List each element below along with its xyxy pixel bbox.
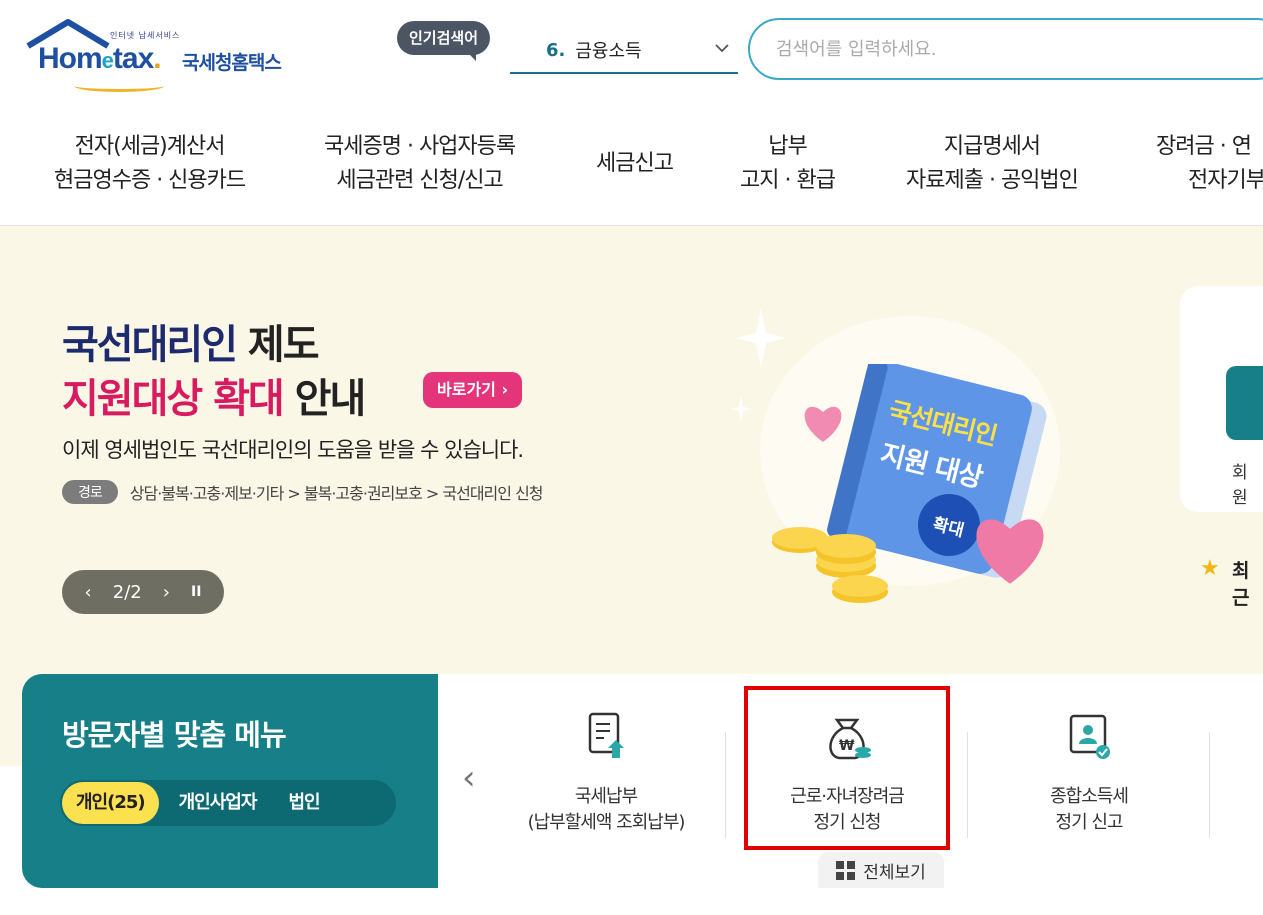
pager-count: 2/2 [112,581,142,603]
banner-illustration: 국선대리인 지원 대상 확대 [730,286,1090,606]
quick-menu-prev-button[interactable]: ‹ [462,758,476,798]
star-icon: ★ [1200,556,1220,581]
sparkle-icon [736,308,786,368]
banner-subtitle: 이제 영세법인도 국선대리인의 도움을 받을 수 있습니다. [62,438,524,462]
nav-item-line2: 전자기부 [1188,168,1263,193]
nav-item-line1: 지급명세서 [943,134,1041,159]
pager-next-button[interactable]: › [163,582,170,603]
popular-search-badge: 인기검색어 [397,21,491,61]
popular-rank: 6. [546,39,566,61]
quick-menu-divider [967,732,968,838]
logo-tagline: 인터넷 납세서비스 [110,31,181,40]
visitor-type-tabs: 개인(25) 개인사업자 법인 [60,780,396,826]
nav-item-line2: 자료제출 · 공익법인 [906,168,1079,193]
highlight-box [744,686,950,850]
login-button[interactable] [1226,366,1263,440]
tab-corporation[interactable]: 법인 [274,782,333,824]
quick-menu-divider [1209,732,1210,838]
chevron-down-icon [714,40,730,60]
search-box [748,18,1263,80]
path-tag: 경로 [62,480,118,504]
quick-menu-item-line1: 종합소득세 [1050,786,1129,807]
quick-menu-item-line1: 국세납부 [574,786,638,807]
visitor-menu-panel: 방문자별 맞춤 메뉴 개인(25) 개인사업자 법인 [22,674,438,888]
path-text: 상담·불복·고충·제보·기타 > 불복·고충·권리보호 > 국선대리인 신청 [129,484,544,503]
main-nav: 전자(세금)계산서 현금영수증 · 신용카드 국세증명 · 사업자등록 세금관련… [0,100,1263,226]
logo-smile-arc [74,80,164,92]
nav-item-certificates[interactable]: 국세증명 · 사업자등록 세금관련 신청/신고 [324,130,516,198]
hometax-logo[interactable]: 인터넷 납세서비스 Hometax. 국세청홈택스 [24,16,324,92]
login-card-label: 회원 [1232,463,1248,508]
banner-title-line1: 국선대리인 제도 [62,322,320,368]
logo-wordmark: Hometax. [38,42,162,75]
tab-individual[interactable]: 개인(25) [62,782,159,824]
nav-item-line1: 국세증명 · 사업자등록 [324,134,516,159]
nav-item-e-invoice[interactable]: 전자(세금)계산서 현금영수증 · 신용카드 [54,130,246,198]
tab-individual-business[interactable]: 개인사업자 [165,782,271,824]
logo-korean-name: 국세청홈택스 [182,52,282,74]
popular-search-select[interactable]: 6. 금융소득 [510,28,738,74]
popular-term: 금융소득 [575,41,642,62]
quick-menu-item-tax-payment[interactable]: 국세납부 (납부할세액 조회납부) [506,700,706,836]
visitor-menu-title: 방문자별 맞춤 메뉴 [62,718,287,752]
nav-item-line2: 세금관련 신청/신고 [336,168,503,193]
quick-menu-item-line2: (납부할세액 조회납부) [527,812,686,833]
page-bottom [0,888,1263,915]
banner-pager: ‹ 2/2 › II [62,570,224,614]
grid-icon [836,860,856,880]
header: 인터넷 납세서비스 Hometax. 국세청홈택스 인기검색어 6. 금융소득 [0,0,1263,100]
view-all-label: 전체보기 [863,862,926,883]
quick-menu-item-line2: 정기 신고 [1055,812,1124,833]
heart-small-icon [804,406,842,442]
quick-menu-divider [725,732,726,838]
banner-title-line2: 지원대상 확대 안내 [62,376,366,422]
search-input[interactable] [776,38,1263,60]
person-certificate-icon [1069,714,1110,759]
nav-item-payment[interactable]: 납부 고지 · 환급 [740,130,836,198]
nav-item-line1: 납부 [768,134,807,159]
view-all-button[interactable]: 전체보기 [818,852,944,888]
heart-large-icon [976,519,1044,584]
coins-icon [772,527,888,603]
nav-item-line1: 세금신고 [596,151,674,176]
recent-card-label: 최근 [1232,560,1250,609]
nav-item-tax-filing[interactable]: 세금신고 [596,147,674,181]
nav-item-line1: 장려금 · 연 [1156,134,1252,159]
banner-path: 경로 상담·불복·고충·제보·기타 > 불복·고충·권리보호 > 국선대리인 신… [62,480,544,504]
tax-document-upload-icon [588,712,624,758]
nav-item-line1: 전자(세금)계산서 [74,134,226,159]
pager-prev-button[interactable]: ‹ [85,582,92,603]
nav-item-incentive[interactable]: 장려금 · 연 전자기부 [1156,130,1263,198]
nav-item-payment-statement[interactable]: 지급명세서 자료제출 · 공익법인 [906,130,1079,198]
sparkle-small-icon [730,396,752,422]
quick-menu-item-income-tax-filing[interactable]: 종합소득세 정기 신고 [989,700,1189,836]
nav-item-line2: 고지 · 환급 [740,168,836,193]
pager-pause-button[interactable]: II [191,584,201,600]
nav-item-line2: 현금영수증 · 신용카드 [54,168,246,193]
banner-go-button[interactable]: 바로가기 › [423,372,523,408]
